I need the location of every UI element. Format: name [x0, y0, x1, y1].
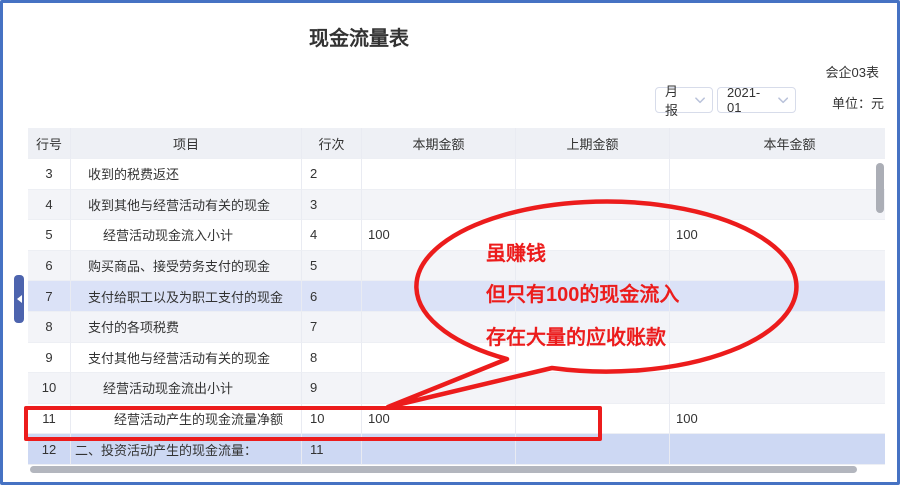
period-type-select[interactable]: 月报	[655, 87, 713, 113]
table-body: 3 收到的税费返还 2 4 收到其他与经营活动有关的现金 3 5 经营活动现金流…	[28, 159, 885, 465]
cell-row-no: 3	[28, 159, 71, 190]
cell-current-amount	[362, 343, 516, 374]
cell-item: 购买商品、接受劳务支付的现金	[71, 251, 302, 282]
cell-row-no: 5	[28, 220, 71, 251]
cell-current-amount	[362, 373, 516, 404]
cell-current-amount	[362, 312, 516, 343]
cell-prior-amount	[516, 190, 670, 221]
cell-line-no: 9	[302, 373, 362, 404]
unit-label: 单位：元	[832, 93, 884, 112]
table-row[interactable]: 8 支付的各项税费 7	[28, 312, 885, 343]
cell-row-no: 4	[28, 190, 71, 221]
column-header-row-no: 行号	[28, 128, 71, 159]
cell-item: 经营活动现金流入小计	[71, 220, 302, 251]
page-title: 现金流量表	[309, 22, 409, 51]
cell-prior-amount	[516, 220, 670, 251]
cell-year-amount	[670, 434, 885, 465]
cash-flow-table: 行号 项目 行次 本期金额 上期金额 本年金额 3 收到的税费返还 2 4 收到…	[28, 128, 885, 465]
cell-item: 经营活动产生的现金流量净额	[71, 404, 302, 435]
cell-year-amount: 100	[670, 404, 885, 435]
cell-item: 二、投资活动产生的现金流量：	[71, 434, 302, 465]
cell-item: 经营活动现金流出小计	[71, 373, 302, 404]
cell-prior-amount	[516, 159, 670, 190]
table-row[interactable]: 9 支付其他与经营活动有关的现金 8	[28, 343, 885, 374]
cell-line-no: 8	[302, 343, 362, 374]
cell-current-amount	[362, 251, 516, 282]
cell-line-no: 2	[302, 159, 362, 190]
cell-line-no: 3	[302, 190, 362, 221]
cash-flow-statement-window: 现金流量表 会企03表 单位：元 月报 2021-01 行号 项目 行次 本期金…	[0, 0, 900, 485]
cell-current-amount: 100	[362, 404, 516, 435]
cell-prior-amount	[516, 404, 670, 435]
cell-year-amount	[670, 312, 885, 343]
column-header-current-amount: 本期金额	[362, 128, 516, 159]
cell-row-no: 11	[28, 404, 71, 435]
form-code-label: 会企03表	[826, 62, 879, 81]
cell-prior-amount	[516, 373, 670, 404]
cell-current-amount	[362, 434, 516, 465]
collapse-left-icon	[17, 295, 22, 303]
cell-line-no: 7	[302, 312, 362, 343]
table-row[interactable]: 7 支付给职工以及为职工支付的现金 6	[28, 281, 885, 312]
table-row[interactable]: 11 经营活动产生的现金流量净额 10 100 100	[28, 404, 885, 435]
cell-prior-amount	[516, 281, 670, 312]
cell-prior-amount	[516, 312, 670, 343]
cell-year-amount	[670, 343, 885, 374]
column-header-year-amount: 本年金额	[670, 128, 885, 159]
vertical-scrollbar-thumb[interactable]	[876, 163, 884, 213]
table-row[interactable]: 12 二、投资活动产生的现金流量： 11	[28, 434, 885, 465]
cell-year-amount: 100	[670, 220, 885, 251]
table-row[interactable]: 3 收到的税费返还 2	[28, 159, 885, 190]
cell-line-no: 10	[302, 404, 362, 435]
cell-row-no: 10	[28, 373, 71, 404]
cell-row-no: 7	[28, 281, 71, 312]
cell-item: 支付的各项税费	[71, 312, 302, 343]
table-row[interactable]: 5 经营活动现金流入小计 4 100 100	[28, 220, 885, 251]
cell-year-amount	[670, 373, 885, 404]
cell-current-amount	[362, 190, 516, 221]
cell-year-amount	[670, 159, 885, 190]
cell-year-amount	[670, 281, 885, 312]
chevron-down-icon	[695, 97, 705, 104]
cell-line-no: 4	[302, 220, 362, 251]
cell-item: 收到其他与经营活动有关的现金	[71, 190, 302, 221]
cell-current-amount: 100	[362, 220, 516, 251]
table-header-row: 行号 项目 行次 本期金额 上期金额 本年金额	[28, 128, 885, 159]
cell-row-no: 8	[28, 312, 71, 343]
cell-line-no: 6	[302, 281, 362, 312]
cell-prior-amount	[516, 251, 670, 282]
cell-year-amount	[670, 190, 885, 221]
chevron-down-icon	[778, 97, 788, 104]
report-month-value: 2021-01	[727, 85, 772, 115]
period-type-value: 月报	[665, 81, 689, 119]
column-header-item: 项目	[71, 128, 302, 159]
horizontal-scrollbar-thumb[interactable]	[30, 466, 857, 473]
cell-current-amount	[362, 281, 516, 312]
cell-item: 支付其他与经营活动有关的现金	[71, 343, 302, 374]
table-row[interactable]: 6 购买商品、接受劳务支付的现金 5	[28, 251, 885, 282]
column-header-prior-amount: 上期金额	[516, 128, 670, 159]
cell-line-no: 11	[302, 434, 362, 465]
cell-item: 支付给职工以及为职工支付的现金	[71, 281, 302, 312]
cell-row-no: 12	[28, 434, 71, 465]
cell-year-amount	[670, 251, 885, 282]
cell-line-no: 5	[302, 251, 362, 282]
column-header-line-no: 行次	[302, 128, 362, 159]
sidebar-collapse-handle[interactable]	[14, 275, 24, 323]
report-month-select[interactable]: 2021-01	[717, 87, 796, 113]
cell-item: 收到的税费返还	[71, 159, 302, 190]
table-row[interactable]: 10 经营活动现金流出小计 9	[28, 373, 885, 404]
cell-prior-amount	[516, 434, 670, 465]
cell-row-no: 6	[28, 251, 71, 282]
cell-row-no: 9	[28, 343, 71, 374]
cell-prior-amount	[516, 343, 670, 374]
table-row[interactable]: 4 收到其他与经营活动有关的现金 3	[28, 190, 885, 221]
cell-current-amount	[362, 159, 516, 190]
